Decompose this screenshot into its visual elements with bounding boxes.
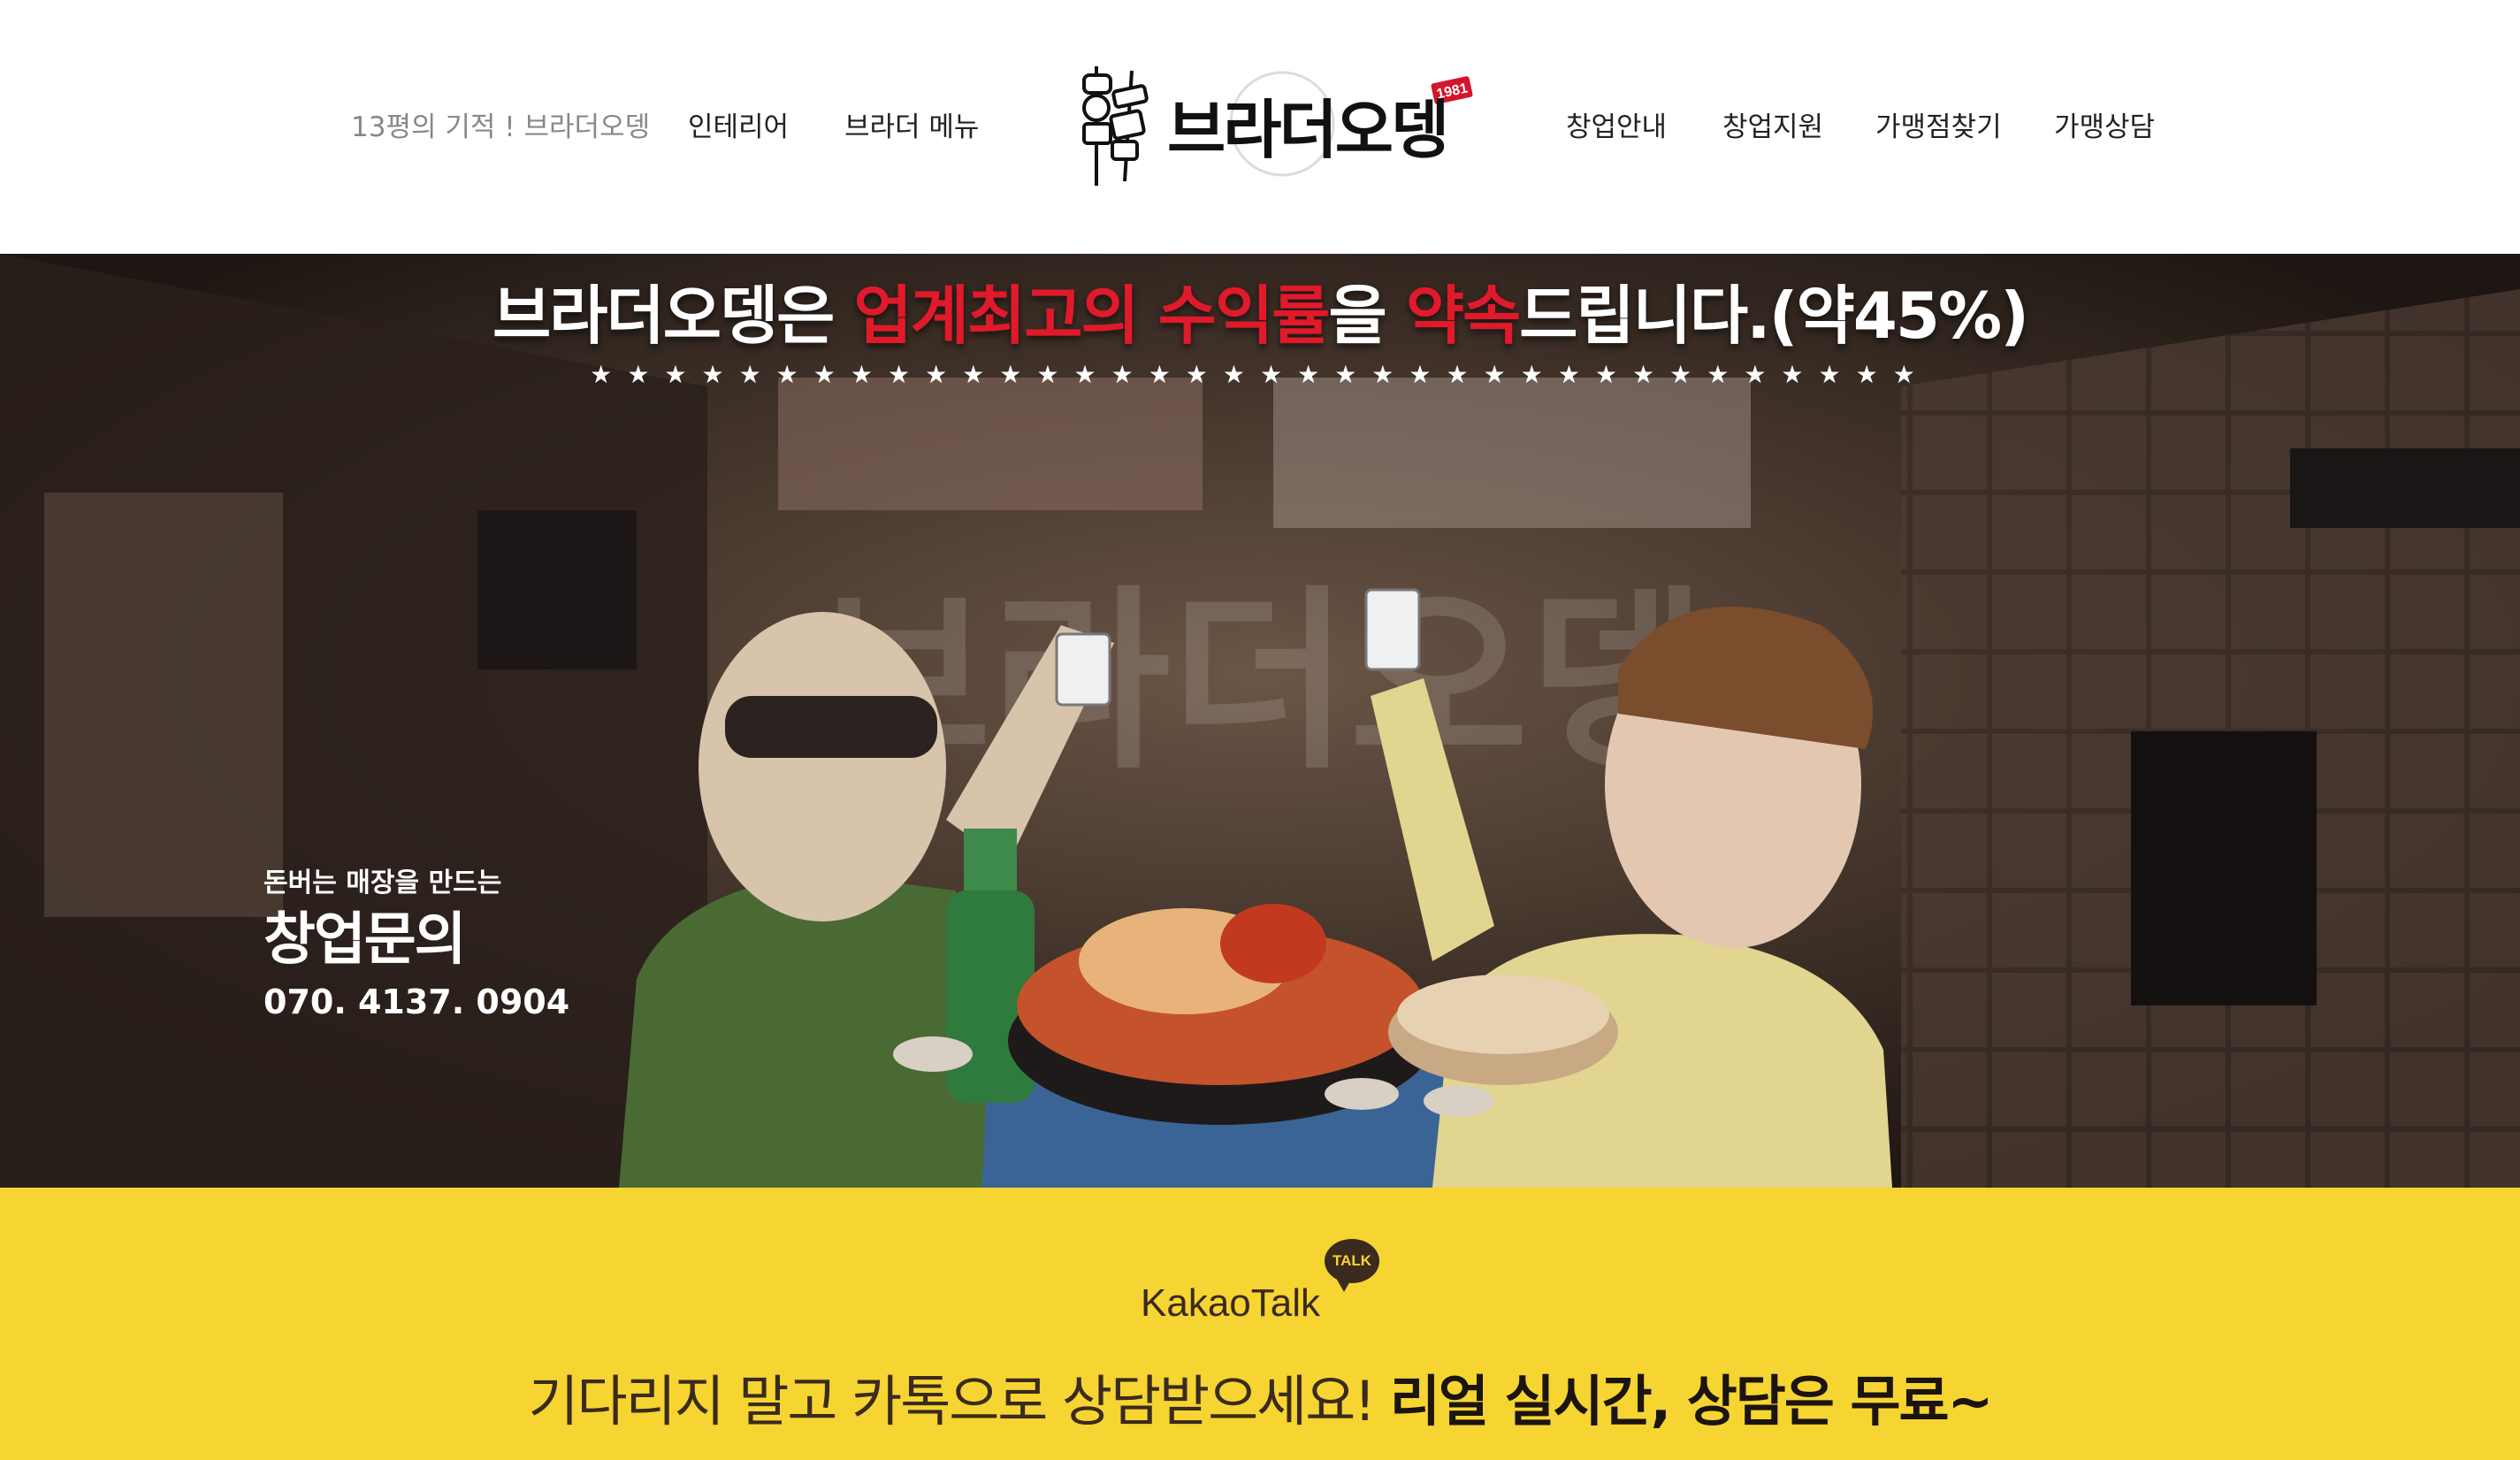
hero-illustration: 브라더오뎅	[0, 254, 2520, 1188]
contact-phone[interactable]: 070. 4137. 0904	[263, 977, 582, 1027]
kakao-message: 기다리지 말고 카톡으로 상담받으세요! 리얼 실시간, 상담은 무료~	[0, 1364, 2520, 1439]
nav-link-franchise-consult[interactable]: 가맹상담	[2054, 106, 2155, 149]
kakao-message-regular: 기다리지 말고 카톡으로 상담받으세요!	[528, 1369, 1390, 1433]
talk-bubble-icon: TALK	[1325, 1239, 1379, 1292]
contact-title: 창업문의	[263, 907, 467, 973]
hero-headline: 브라더오뎅은 업계최고의 수익률을 약속드립니다.(약45%)	[0, 271, 2520, 360]
nav-link-13-pyeong-miracle[interactable]: 13평의 기적 ! 브라더오뎅	[351, 106, 650, 149]
nav-link-store-finder[interactable]: 가맹점찾기	[1875, 106, 2002, 149]
logo-wordmark: 브라더오뎅	[1167, 93, 1447, 167]
headline-part-3: 드립니다.(약45%)	[1519, 279, 2029, 353]
kakao-message-bold: 리얼 실시간, 상담은 무료~	[1389, 1369, 1994, 1433]
contact-subtitle: 돈버는 매장을 만드는	[263, 868, 502, 898]
startup-contact[interactable]: 돈버는 매장을 만드는 창업문의 070. 4137. 0904	[263, 864, 582, 1027]
site-header: 13평의 기적 ! 브라더오뎅 인테리어 브라더 메뉴 1981 브라더오뎅 창…	[0, 0, 2520, 254]
headline-part-1: 브라더오뎅은	[492, 279, 854, 353]
nav-link-startup-guide[interactable]: 창업안내	[1566, 106, 1667, 149]
kakaotalk-consult-banner[interactable]: KakaoTalk TALK 기다리지 말고 카톡으로 상담받으세요! 리얼 실…	[0, 1188, 2520, 1460]
nav-link-startup-support[interactable]: 창업지원	[1722, 106, 1823, 149]
kakaotalk-wordmark: KakaoTalk	[1141, 1281, 1321, 1325]
star-divider: ★★★★★★★★★★★★★★★★★★★★★★★★★★★★★★★★★★★★	[590, 360, 1930, 389]
headline-part-2: 을	[1328, 279, 1406, 353]
svg-text:브라더오뎅: 브라더오뎅	[813, 569, 1707, 795]
nav-link-brother-menu[interactable]: 브라더 메뉴	[844, 106, 979, 149]
nav-link-interior[interactable]: 인테리어	[688, 106, 789, 149]
kakaotalk-logo: KakaoTalk TALK	[1139, 1239, 1386, 1336]
hero-banner: 브라더오뎅 브라더오뎅은 업계최고의 수익률을 약속드립니다.(약45%) ★★…	[0, 254, 2520, 1188]
headline-highlight-promise: 약속	[1405, 279, 1521, 353]
skewer-logo-icon: 1981 브라더오뎅	[1082, 66, 1473, 186]
headline-highlight-profit: 업계최고의 수익률	[853, 279, 1331, 353]
brand-logo[interactable]: 1981 브라더오뎅	[1061, 53, 1485, 195]
